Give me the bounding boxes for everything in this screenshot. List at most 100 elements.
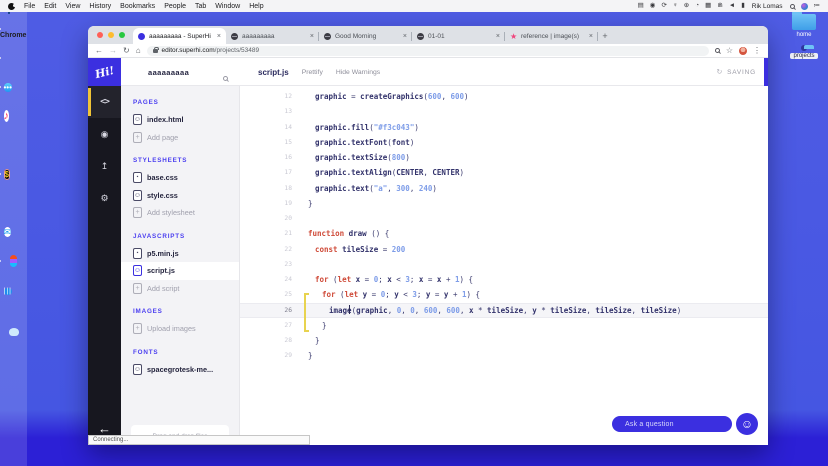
globe-icon[interactable]: ⊕ <box>684 3 689 10</box>
file-item-p5-min-js[interactable]: p5.min.js <box>121 245 239 263</box>
home-icon[interactable]: ⌂ <box>136 47 141 55</box>
browser-tab-4[interactable]: 01-01× <box>412 29 505 44</box>
file-item-base-css[interactable]: base.css <box>121 169 239 187</box>
trash-dock-icon[interactable] <box>4 440 24 460</box>
volume-icon[interactable]: ◄ <box>729 3 735 10</box>
file-item-add-script[interactable]: Add script <box>121 280 239 298</box>
menu-item-people[interactable]: People <box>164 3 186 10</box>
superhi-logo[interactable]: Hi! <box>88 58 121 86</box>
messages-dock-icon[interactable]: ••• <box>4 77 24 97</box>
airmail-dock-icon[interactable]: ✉ <box>4 222 24 242</box>
menu-item-view[interactable]: View <box>65 3 80 10</box>
tab-close-icon[interactable]: × <box>496 33 500 40</box>
menu-item-history[interactable]: History <box>89 3 111 10</box>
twitterrific-dock-icon[interactable] <box>4 338 24 358</box>
ask-question-button[interactable]: Ask a question <box>612 416 732 432</box>
file-item-style-css[interactable]: style.css <box>121 187 239 205</box>
browser-tab-1[interactable]: aaaaaaaaa - SuperHi× <box>133 28 226 44</box>
code-line-13[interactable]: 13 <box>240 104 768 119</box>
logged-in-user[interactable]: Rik Lomas <box>752 3 783 10</box>
zoom-window-button[interactable] <box>119 32 125 38</box>
apple-menu-icon[interactable] <box>8 3 15 10</box>
code-panel-icon[interactable]: <> <box>88 86 121 118</box>
menu-item-edit[interactable]: Edit <box>44 3 56 10</box>
file-item-index-html[interactable]: index.html <box>121 111 239 129</box>
reload-icon[interactable]: ↻ <box>123 47 130 55</box>
browser-menu-icon[interactable]: ⋮ <box>753 47 761 55</box>
share-upload-icon[interactable]: ↥ <box>88 150 121 182</box>
code-line-23[interactable]: 23 <box>240 257 768 272</box>
bookmark-star-icon[interactable]: ☆ <box>726 47 733 55</box>
secure-lock-icon[interactable] <box>153 49 158 53</box>
hide-warnings-button[interactable]: Hide Warnings <box>336 69 380 76</box>
code-line-14[interactable]: 14graphic.fill("#f3c043") <box>240 120 768 135</box>
menu-item-bookmarks[interactable]: Bookmarks <box>120 3 155 10</box>
code-line-25[interactable]: 25for (let y = 0; y < 3; y = y + 1) { <box>240 287 768 302</box>
tab-close-icon[interactable]: × <box>589 33 593 40</box>
code-line-28[interactable]: 28} <box>240 333 768 348</box>
folder-home[interactable]: home <box>792 14 816 38</box>
docker-icon[interactable]: ♆ <box>673 3 678 10</box>
keyboard-icon[interactable]: ▦ <box>705 3 711 10</box>
code-line-27[interactable]: 27} <box>240 318 768 333</box>
browser-tab-5[interactable]: ★reference | image(s)× <box>505 29 598 44</box>
preview-eye-icon[interactable]: ◉ <box>88 118 121 150</box>
code-line-21[interactable]: 21function draw () { <box>240 226 768 241</box>
display-icon[interactable]: ▤ <box>638 3 644 10</box>
code-line-29[interactable]: 29} <box>240 348 768 363</box>
clock-icon[interactable]: ◔ <box>695 3 699 10</box>
notification-center-icon[interactable]: ≔ <box>814 3 821 10</box>
timemachine-icon[interactable]: ◉ <box>650 3 656 10</box>
vscode-dock-icon[interactable] <box>4 193 24 213</box>
code-line-19[interactable]: 19} <box>240 196 768 211</box>
code-line-15[interactable]: 15graphic.textFont(font) <box>240 135 768 150</box>
code-line-26[interactable]: 26image(graphic, 0, 0, 600, 600, x * til… <box>240 303 768 318</box>
code-line-12[interactable]: 12graphic = createGraphics(600, 600) <box>240 89 768 104</box>
wifi-icon[interactable]: ⋒ <box>717 3 722 10</box>
file-item-add-page[interactable]: Add page <box>121 129 239 147</box>
settings-gear-icon[interactable]: ⚙ <box>88 182 121 214</box>
forward-icon[interactable]: → <box>109 47 117 55</box>
help-smiley-button[interactable]: ☺ <box>736 413 758 435</box>
screen-capture-dock-icon[interactable] <box>4 309 24 329</box>
extension-search-icon[interactable] <box>715 48 720 53</box>
back-icon[interactable]: ← <box>95 47 103 55</box>
code-line-20[interactable]: 20 <box>240 211 768 226</box>
file-item-script-js[interactable]: script.js <box>121 262 239 280</box>
menu-item-tab[interactable]: Tab <box>195 3 206 10</box>
music-dock-icon[interactable]: ♪ <box>4 106 24 126</box>
terminal-dock-icon[interactable]: $ <box>4 164 24 184</box>
menu-item-file[interactable]: File <box>24 3 35 10</box>
prettify-button[interactable]: Prettify <box>302 69 323 76</box>
code-editor[interactable]: 12graphic = createGraphics(600, 600)1314… <box>240 86 768 445</box>
chrome-dock-icon[interactable] <box>4 48 24 68</box>
address-bar[interactable]: editor.superhi.com/projects/53489 <box>147 46 709 56</box>
siri-icon[interactable] <box>801 3 808 10</box>
browser-profile-avatar[interactable] <box>739 47 747 55</box>
code-line-16[interactable]: 16graphic.textSize(800) <box>240 150 768 165</box>
battery-icon[interactable]: ▮ <box>741 3 745 10</box>
file-item-add-stylesheet[interactable]: Add stylesheet <box>121 204 239 222</box>
tab-close-icon[interactable]: × <box>310 33 314 40</box>
project-search[interactable] <box>223 68 228 86</box>
editor-scrollbar-thumb[interactable] <box>764 58 768 86</box>
menu-item-window[interactable]: Window <box>215 3 240 10</box>
code-line-18[interactable]: 18graphic.text("a", 300, 240) <box>240 181 768 196</box>
intercom-dock-icon[interactable]: ||| <box>4 280 24 300</box>
tab-close-icon[interactable]: × <box>403 33 407 40</box>
close-window-button[interactable] <box>97 32 103 38</box>
file-item-spacegrotesk-me-[interactable]: spacegrotesk-me... <box>121 361 239 379</box>
slack-dock-icon[interactable] <box>4 135 24 155</box>
tab-close-icon[interactable]: × <box>217 33 221 40</box>
minimize-window-button[interactable] <box>108 32 114 38</box>
folder-projects[interactable]: projects <box>790 45 817 59</box>
browser-tab-2[interactable]: aaaaaaaaa× <box>226 29 319 44</box>
new-tab-button[interactable]: + <box>598 29 612 44</box>
figma-dock-icon[interactable] <box>4 251 24 271</box>
spotlight-search-icon[interactable] <box>790 4 795 9</box>
menu-item-help[interactable]: Help <box>249 3 263 10</box>
code-line-24[interactable]: 24for (let x = 0; x < 3; x = x + 1) { <box>240 272 768 287</box>
code-line-17[interactable]: 17graphic.textAlign(CENTER, CENTER) <box>240 165 768 180</box>
file-item-upload-images[interactable]: Upload images <box>121 320 239 338</box>
update-icon[interactable]: ⟳ <box>661 3 666 10</box>
